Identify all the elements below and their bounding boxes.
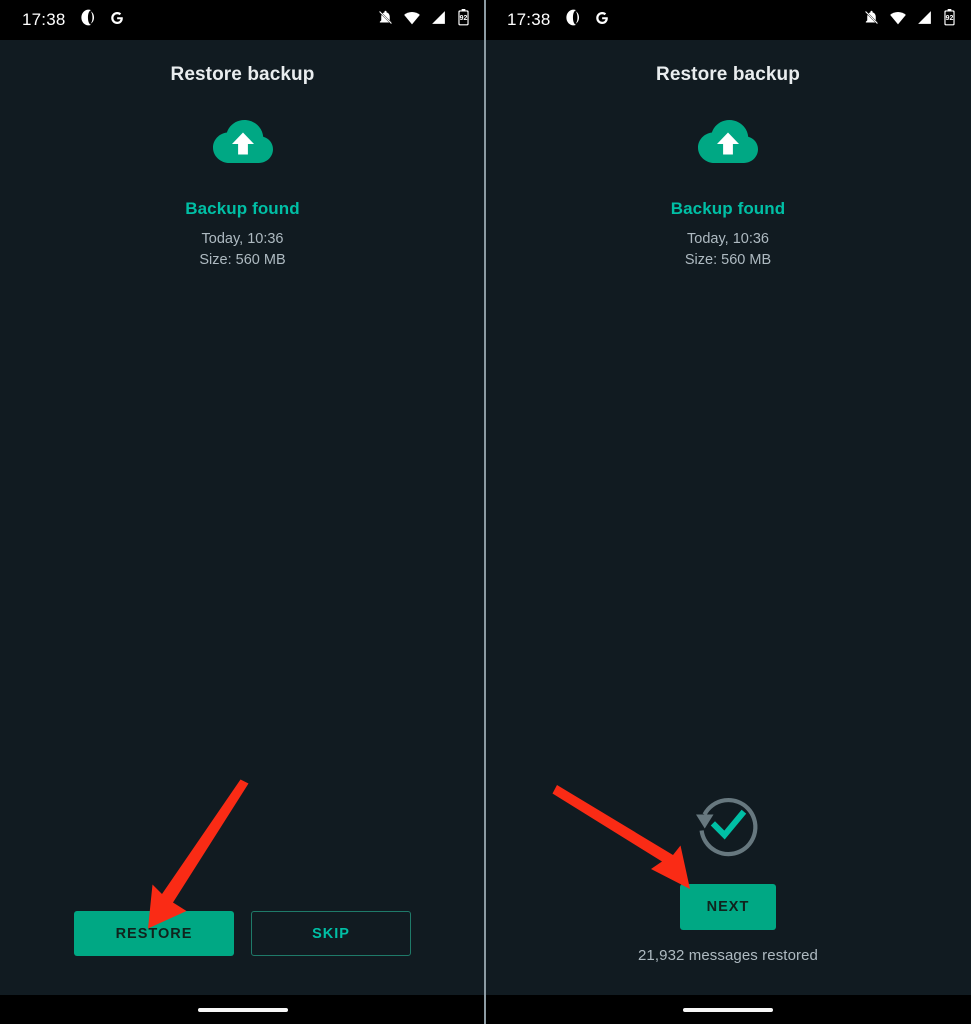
notifications-muted-icon [377, 9, 394, 31]
backup-status-label: Backup found [670, 199, 786, 218]
status-notification-icons [564, 8, 611, 32]
status-system-icons: 92 [377, 9, 471, 32]
restore-backup-body: Restore backup Backup found Today, 10:36… [485, 40, 971, 995]
backup-date: Today, 10:36 [201, 231, 284, 247]
restore-complete-block: NEXT 21,932 messages restored [485, 792, 971, 964]
battery-level-label: 92 [460, 15, 468, 22]
restore-complete-check-icon [692, 792, 764, 867]
restore-backup-body: Restore backup Backup found Today, 10:36… [0, 40, 485, 995]
status-notification-icons [79, 8, 126, 32]
restore-button[interactable]: RESTORE [74, 911, 234, 956]
battery-icon: 92 [456, 9, 471, 31]
next-button[interactable]: NEXT [680, 884, 776, 930]
home-gesture-pill[interactable] [683, 1007, 773, 1012]
side-by-side-screenshots: 17:38 92 Restore backup Backup found Tod… [0, 0, 971, 1024]
restore-action-bar: RESTORE SKIP [0, 911, 485, 956]
skip-button[interactable]: SKIP [251, 911, 411, 956]
wifi-icon [403, 9, 421, 32]
android-nav-bar [0, 995, 485, 1024]
cloud-upload-icon [485, 118, 971, 166]
status-system-icons: 92 [863, 9, 957, 32]
status-bar: 17:38 92 [485, 0, 971, 40]
page-title: Restore backup [656, 64, 800, 85]
screenshot-divider [484, 0, 486, 1024]
opera-notification-icon [564, 8, 583, 32]
android-nav-bar [485, 995, 971, 1024]
status-bar: 17:38 92 [0, 0, 485, 40]
status-clock: 17:38 [507, 10, 551, 29]
home-gesture-pill[interactable] [197, 1007, 288, 1012]
battery-icon: 92 [942, 9, 957, 31]
cloud-upload-icon [0, 118, 485, 166]
cellular-signal-icon [916, 9, 933, 31]
backup-size: Size: 560 MB [684, 252, 772, 268]
battery-level-label: 92 [946, 15, 954, 22]
backup-status-label: Backup found [185, 199, 300, 218]
backup-details: Today, 10:36 Size: 560 MB [485, 229, 971, 271]
backup-date: Today, 10:36 [687, 231, 769, 247]
google-notification-icon [593, 9, 611, 32]
notifications-muted-icon [863, 9, 880, 31]
screen-restore-prompt: 17:38 92 Restore backup Backup found Tod… [0, 0, 485, 1024]
google-notification-icon [108, 9, 126, 32]
status-clock: 17:38 [22, 10, 66, 29]
restored-messages-count: 21,932 messages restored [637, 947, 818, 964]
page-title: Restore backup [170, 64, 315, 85]
screen-restore-complete: 17:38 92 Restore backup Backup found Tod… [485, 0, 971, 1024]
opera-notification-icon [79, 8, 98, 32]
cellular-signal-icon [430, 9, 447, 31]
backup-size: Size: 560 MB [199, 252, 286, 268]
wifi-icon [889, 9, 907, 32]
backup-details: Today, 10:36 Size: 560 MB [0, 229, 485, 271]
